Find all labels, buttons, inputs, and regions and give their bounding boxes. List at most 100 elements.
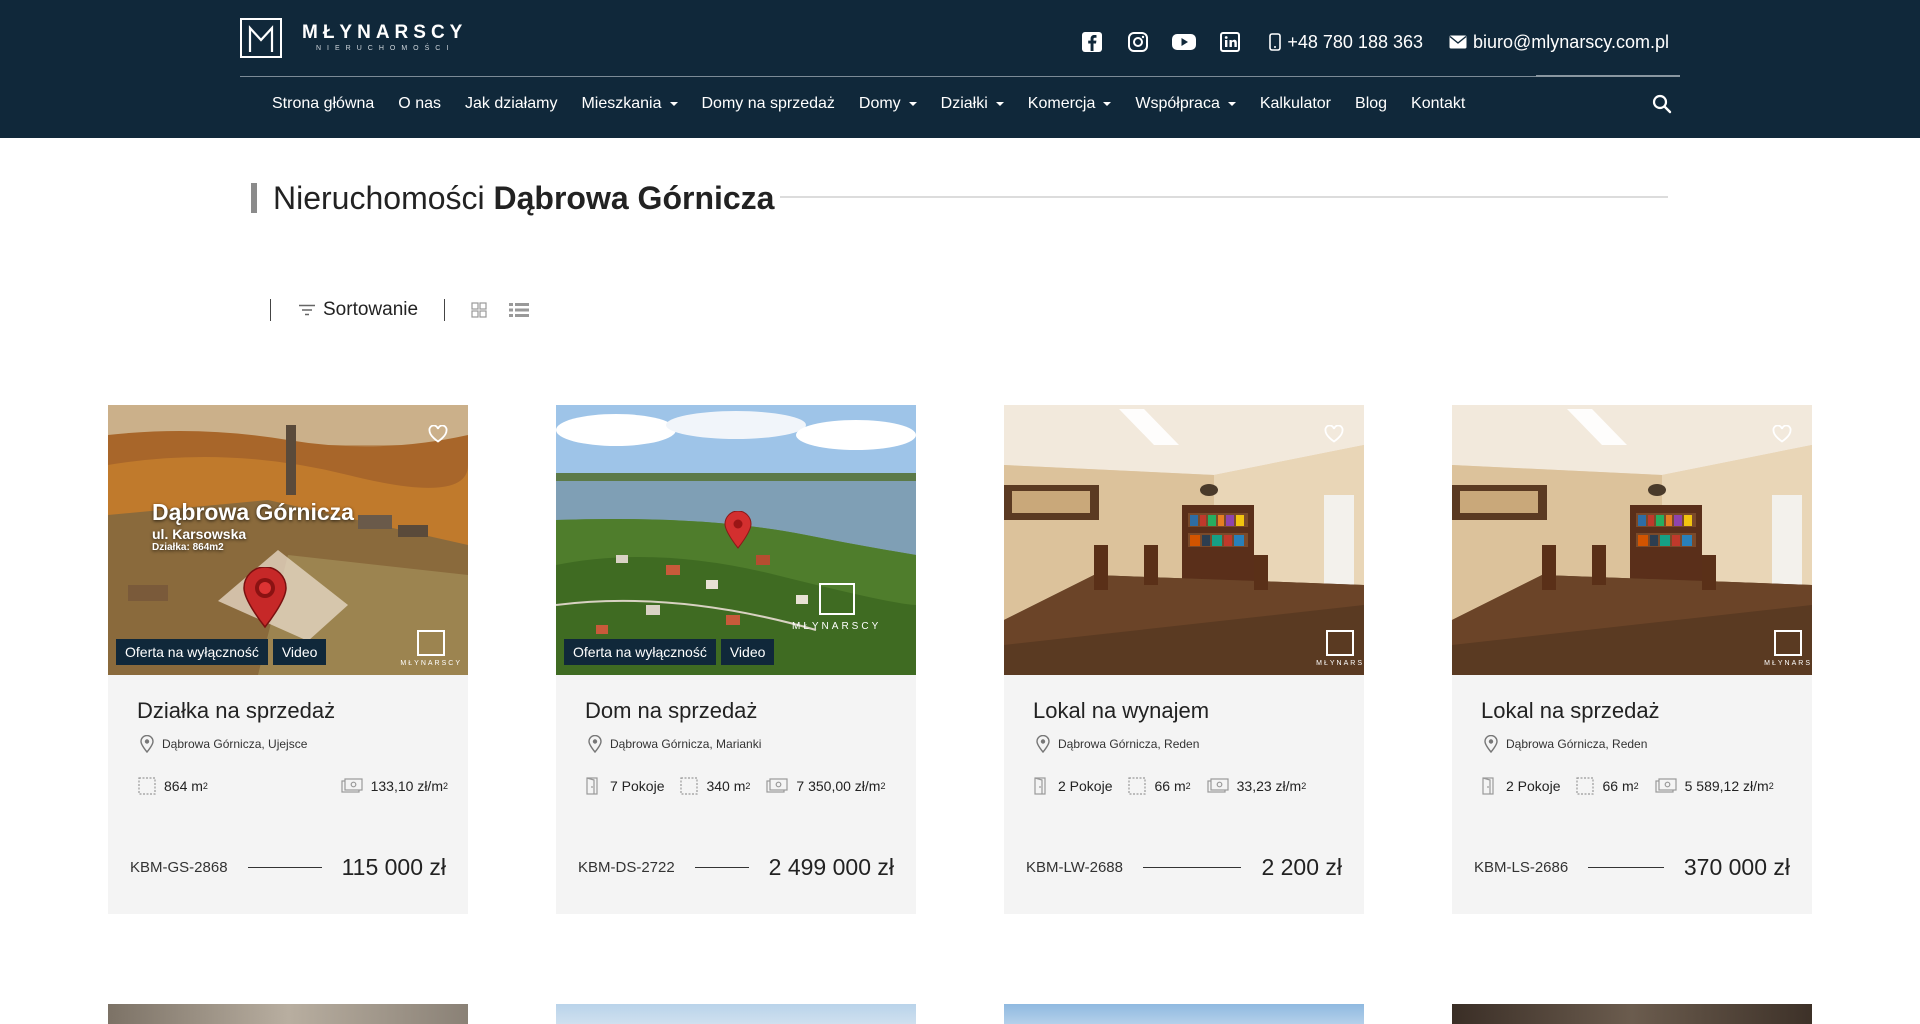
exclusive-badge[interactable]: Oferta na wyłączność	[564, 639, 716, 665]
banknote-icon	[1655, 778, 1677, 794]
listing-title[interactable]: Dom na sprzedaż	[585, 698, 757, 724]
page-title-prefix: Nieruchomości	[273, 179, 485, 216]
exclusive-badge[interactable]: Oferta na wyłączność	[116, 639, 268, 665]
listing-title[interactable]: Lokal na wynajem	[1033, 698, 1209, 724]
nav-item-contact[interactable]: Kontakt	[1411, 95, 1465, 113]
sort-button[interactable]: Sortowanie	[299, 299, 418, 321]
linkedin-icon[interactable]	[1217, 29, 1243, 55]
nav-item-cooperation[interactable]: Współpraca	[1135, 95, 1236, 113]
heart-icon[interactable]	[1324, 424, 1344, 448]
filter-lines-icon	[299, 304, 315, 316]
listing-ref: KBM-LW-2688	[1026, 858, 1123, 876]
listing-location: Dąbrowa Górnicza, Reden	[1036, 735, 1199, 753]
facebook-icon[interactable]	[1079, 29, 1105, 55]
caret-down-icon	[1227, 102, 1236, 106]
spec-area: 66 m2	[1576, 777, 1639, 795]
listing-specs: 864 m2 133,10 zł/m 2	[138, 775, 448, 797]
listing-badges: Oferta na wyłączność Video	[116, 639, 331, 665]
footer-divider	[694, 866, 749, 868]
nav-item-houses-for-sale[interactable]: Domy na sprzedaż	[702, 95, 835, 113]
listing-photo[interactable]: MŁYNARS	[1004, 405, 1364, 675]
listing-photo[interactable]: Dąbrowa Górnicza ul. Karsowska Działka: …	[108, 405, 468, 675]
spec-price-per-m2: 5 589,12 zł/m 2	[1655, 778, 1774, 794]
listing-card[interactable]: MŁYNARS Lokal na sprzedaż Dąbrowa Górnic…	[1452, 405, 1812, 914]
listing-photo[interactable]: MŁYNARSCY Oferta na wyłączność Video	[556, 405, 916, 675]
heart-icon[interactable]	[428, 424, 448, 448]
site-logo[interactable]: MŁYNARSCY NIERUCHOMOŚCI	[240, 18, 467, 58]
listing-ref: KBM-DS-2722	[578, 858, 675, 876]
phone-icon	[1269, 33, 1282, 51]
logo-name: MŁYNARSCY	[302, 22, 468, 43]
footer-divider	[247, 866, 322, 868]
overlay-street: ul. Karsowska	[152, 526, 247, 542]
listing-specs: 2 Pokoje 66 m2 5 589,12 zł/m 2	[1482, 775, 1792, 797]
listing-footer: KBM-GS-2868 115 000 zł	[130, 852, 446, 882]
youtube-icon[interactable]	[1171, 29, 1197, 55]
nav-item-how-we-work[interactable]: Jak działamy	[465, 95, 557, 113]
listing-title[interactable]: Lokal na sprzedaż	[1481, 698, 1660, 724]
listing-price: 2 499 000 zł	[768, 853, 894, 880]
map-pin-icon	[242, 566, 288, 634]
heart-icon[interactable]	[1772, 424, 1792, 448]
page-title-city: Dąbrowa Górnicza	[493, 179, 775, 216]
listing-photo[interactable]: MŁYNARS	[1452, 405, 1812, 675]
phone-number: +48 780 188 363	[1287, 31, 1423, 52]
listing-footer: KBM-LS-2686 370 000 zł	[1474, 852, 1790, 882]
location-pin-icon	[1484, 735, 1498, 753]
spec-area: 864 m2	[138, 777, 208, 795]
door-icon	[1034, 777, 1050, 795]
listing-location: Dąbrowa Górnicza, Ujejsce	[140, 735, 307, 753]
caret-down-icon	[1103, 102, 1112, 106]
nav-item-blog[interactable]: Blog	[1355, 95, 1387, 113]
footer-divider	[1142, 866, 1242, 868]
title-accent-bar	[251, 183, 257, 213]
listing-title[interactable]: Działka na sprzedaż	[137, 698, 335, 724]
site-header: MŁYNARSCY NIERUCHOMOŚCI +48 780 188 363 …	[0, 0, 1920, 138]
location-pin-icon	[1036, 735, 1050, 753]
watermark-logo-icon	[1774, 630, 1803, 656]
banknote-icon	[1207, 778, 1229, 794]
listing-price: 2 200 zł	[1261, 853, 1342, 880]
nav-item-houses[interactable]: Domy	[859, 95, 917, 113]
area-icon	[680, 777, 699, 795]
area-icon	[138, 777, 156, 795]
nav-item-calculator[interactable]: Kalkulator	[1260, 95, 1331, 113]
spec-rooms: 7 Pokoje	[586, 777, 664, 795]
listing-photo-partial[interactable]	[1452, 1004, 1812, 1024]
photo-watermark: MŁYNARSCY	[792, 583, 881, 632]
nav-item-home[interactable]: Strona główna	[272, 95, 374, 113]
location-pin-icon	[588, 735, 602, 753]
video-badge[interactable]: Video	[272, 639, 327, 665]
listing-photo-partial[interactable]	[556, 1004, 916, 1024]
nav-item-apartments[interactable]: Mieszkania	[581, 95, 678, 113]
nav-item-plots[interactable]: Działki	[941, 95, 1004, 113]
video-badge[interactable]: Video	[720, 639, 775, 665]
list-view-icon[interactable]	[509, 302, 530, 318]
overlay-plot: Działka: 864m2	[152, 542, 224, 553]
nav-item-commercial[interactable]: Komercja	[1028, 95, 1112, 113]
caret-down-icon	[995, 102, 1004, 106]
map-pin-icon	[724, 510, 752, 554]
overlay-city: Dąbrowa Górnicza	[152, 499, 354, 525]
instagram-icon[interactable]	[1125, 29, 1151, 55]
area-icon	[1576, 777, 1595, 795]
email-link[interactable]: biuro@mlynarscy.com.pl	[1449, 32, 1669, 53]
search-icon[interactable]	[1650, 92, 1674, 116]
listing-footer: KBM-DS-2722 2 499 000 zł	[578, 852, 894, 882]
heart-icon[interactable]	[876, 424, 896, 448]
listing-card[interactable]: MŁYNARS Lokal na wynajem Dąbrowa Górnicz…	[1004, 405, 1364, 914]
listing-photo-partial[interactable]	[1004, 1004, 1364, 1024]
listing-photo-partial[interactable]	[108, 1004, 468, 1024]
header-divider-accent	[1536, 75, 1680, 77]
listing-card[interactable]: Dąbrowa Górnicza ul. Karsowska Działka: …	[108, 405, 468, 914]
door-icon	[586, 777, 602, 795]
header-contacts: +48 780 188 363 biuro@mlynarscy.com.pl	[1059, 26, 1669, 58]
grid-view-icon[interactable]	[471, 302, 487, 318]
logo-subtitle: NIERUCHOMOŚCI	[316, 45, 455, 52]
listing-card[interactable]: MŁYNARSCY Oferta na wyłączność Video Dom…	[556, 405, 916, 914]
caret-down-icon	[669, 102, 678, 106]
watermark-logo-icon	[417, 630, 446, 656]
phone-link[interactable]: +48 780 188 363	[1269, 32, 1423, 53]
nav-item-about[interactable]: O nas	[398, 95, 441, 113]
listing-footer: KBM-LW-2688 2 200 zł	[1026, 852, 1342, 882]
